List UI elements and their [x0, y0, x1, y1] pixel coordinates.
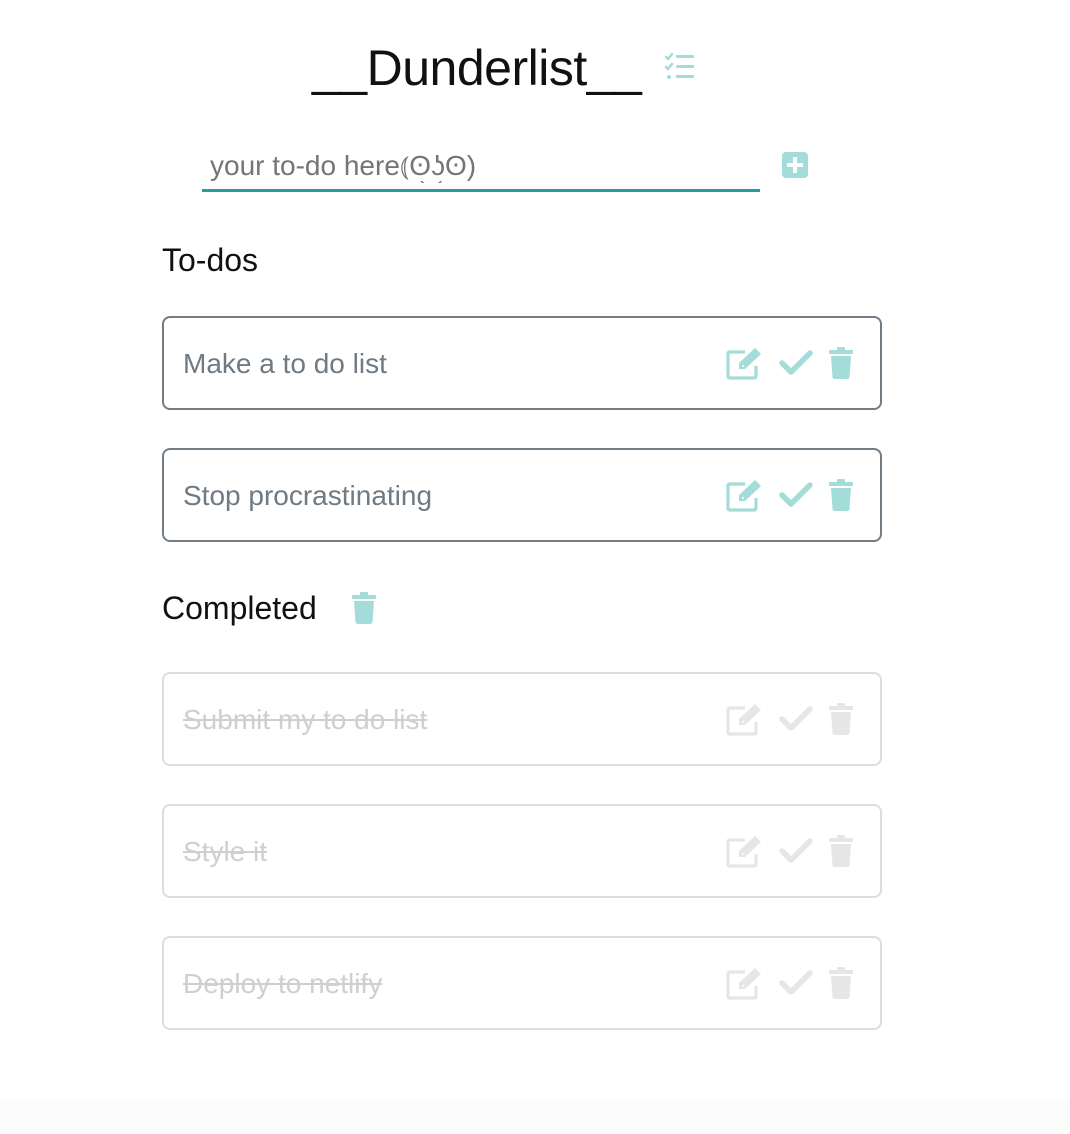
clear-completed-trash-icon[interactable]: [351, 592, 377, 624]
check-icon[interactable]: [779, 702, 813, 736]
todo-text: Stop procrastinating: [183, 480, 433, 511]
todo-item[interactable]: Make a to do list: [162, 316, 882, 410]
completed-item[interactable]: Submit my to do list: [162, 672, 882, 766]
todo-text: Make a to do list: [183, 348, 387, 379]
todo-text: Style it: [183, 836, 268, 867]
check-icon[interactable]: [779, 346, 813, 380]
edit-icon[interactable]: [726, 834, 764, 868]
edit-icon[interactable]: [726, 702, 764, 736]
app-title: __Dunderlist__: [312, 40, 642, 96]
add-todo-button[interactable]: [782, 152, 808, 178]
todo-input[interactable]: [202, 142, 760, 192]
completed-item[interactable]: Style it: [162, 804, 882, 898]
completed-item[interactable]: Deploy to netlify: [162, 936, 882, 1030]
todo-actions: [726, 834, 866, 868]
trash-icon[interactable]: [828, 834, 854, 868]
todo-actions: [726, 478, 866, 512]
edit-icon[interactable]: [726, 966, 764, 1000]
app-page: __Dunderlist__ To-dos Make a to do l: [0, 0, 1070, 1134]
check-icon[interactable]: [779, 834, 813, 868]
todo-actions: [726, 702, 866, 736]
header: __Dunderlist__: [0, 38, 1070, 102]
todo-item[interactable]: Stop procrastinating: [162, 448, 882, 542]
completed-heading: Completed: [162, 590, 317, 626]
edit-icon[interactable]: [726, 478, 764, 512]
edit-icon[interactable]: [726, 346, 764, 380]
task-list-icon: [664, 52, 696, 84]
new-todo-form: [202, 142, 822, 198]
check-icon[interactable]: [779, 966, 813, 1000]
todos-heading: To-dos: [162, 242, 259, 278]
trash-icon[interactable]: [828, 346, 854, 380]
trash-icon[interactable]: [828, 966, 854, 1000]
todo-actions: [726, 346, 866, 380]
todo-text: Submit my to do list: [183, 704, 428, 735]
todo-actions: [726, 966, 866, 1000]
check-icon[interactable]: [779, 478, 813, 512]
trash-icon[interactable]: [828, 702, 854, 736]
trash-icon[interactable]: [828, 478, 854, 512]
todo-text: Deploy to netlify: [183, 968, 383, 999]
